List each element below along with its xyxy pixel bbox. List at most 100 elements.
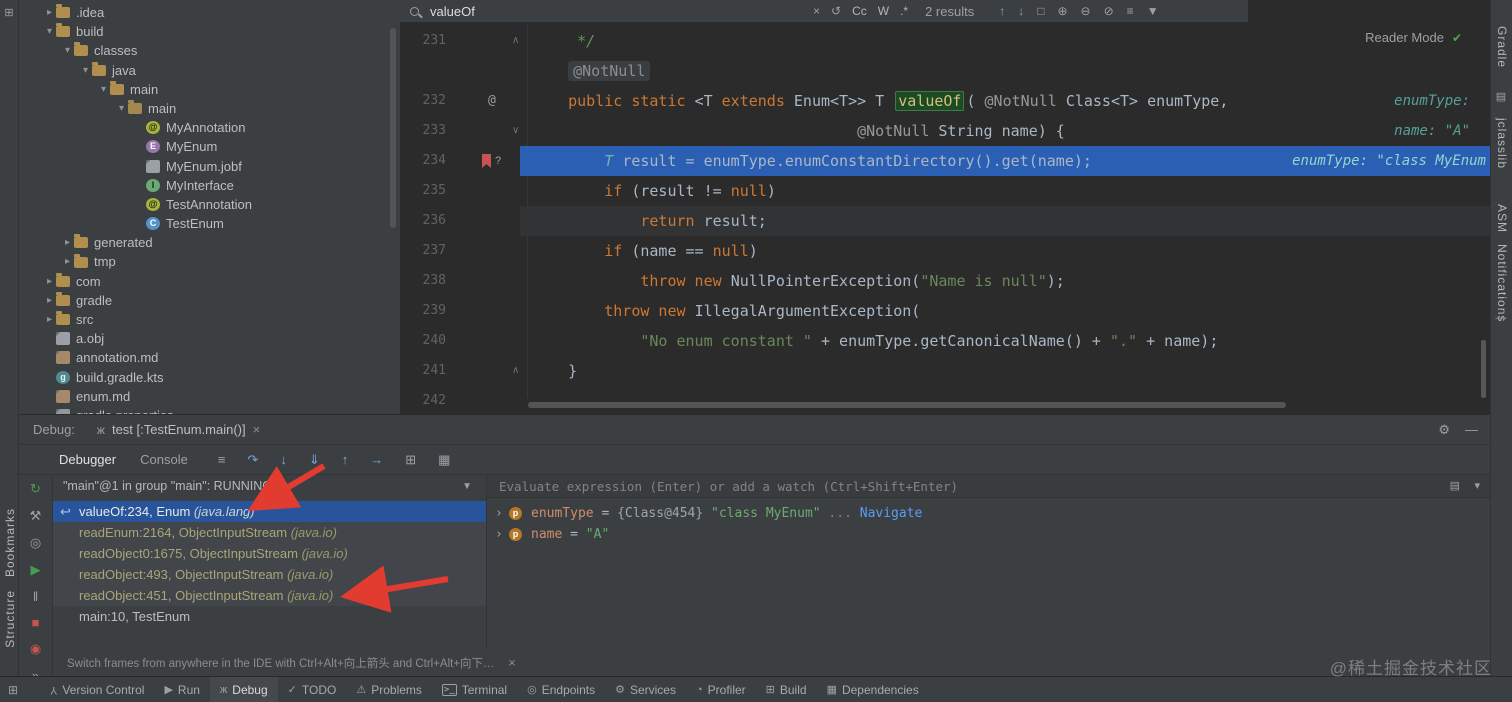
words-toggle[interactable]: W — [878, 4, 889, 18]
frame-row[interactable]: main:10, TestEnum — [53, 606, 486, 627]
search-input[interactable]: valueOf — [430, 4, 802, 19]
minimize-stripe-icon[interactable]: — — [1494, 312, 1508, 324]
tree-item-myenum-jobf[interactable]: MyEnum.jobf — [19, 157, 400, 176]
tool-stripe-notifications[interactable]: Notifications — [1495, 244, 1509, 322]
variable-row[interactable]: › p enumType = {Class@454} "class MyEnum" … — [487, 503, 1490, 524]
variable-row[interactable]: › p name = "A" — [487, 524, 1490, 545]
tree-item-annotation-md[interactable]: annotation.md — [19, 348, 400, 367]
statusbar-item-version-control[interactable]: Y Version Control — [40, 677, 154, 702]
chevron-down-icon[interactable]: ▾ — [97, 80, 110, 99]
restore-layout-icon[interactable]: ▦ — [438, 452, 450, 468]
regex-toggle[interactable]: .* — [900, 4, 908, 18]
chevron-right-icon[interactable]: ▸ — [61, 252, 74, 271]
tree-item-myinterface[interactable]: I MyInterface — [19, 176, 400, 195]
statusbar-item-services[interactable]: ⚙ Services — [605, 677, 686, 702]
close-tab-icon[interactable]: × — [253, 422, 261, 437]
tool-window-icon[interactable]: ⊞ — [2, 6, 16, 19]
breakpoints-icon[interactable]: ◉ — [30, 641, 41, 657]
view-layout-grid-icon[interactable]: ⊞ — [405, 452, 416, 468]
tool-stripe-structure[interactable]: Structure — [3, 590, 17, 648]
step-out-icon[interactable]: ↑ — [342, 452, 349, 468]
clear-search-icon[interactable]: × — [813, 4, 820, 18]
show-execution-point-icon[interactable]: ≡ — [218, 452, 226, 468]
tree-item-build-gradle-kts[interactable]: g build.gradle.kts — [19, 368, 400, 387]
frame-row[interactable]: readObject:451, ObjectInputStream (java.… — [53, 585, 486, 606]
tree-item-src[interactable]: ▸ src — [19, 310, 400, 329]
statusbar-item-debug[interactable]: ж Debug — [209, 677, 278, 702]
statusbar-item-build[interactable]: ⊞ Build — [756, 677, 817, 702]
chevron-right-icon[interactable]: ▸ — [61, 233, 74, 252]
variables-layout-icon[interactable]: ▤ — [1450, 475, 1460, 498]
annotated-gutter-icon[interactable]: @ — [488, 86, 496, 116]
expand-chevron-icon[interactable]: › — [495, 524, 503, 545]
tool-windows-toggle-icon[interactable]: ⊞ — [8, 683, 18, 697]
tree-item-main[interactable]: ▾ main — [19, 80, 400, 99]
tree-item-enum-md[interactable]: enum.md — [19, 387, 400, 406]
search-history-icon[interactable]: ↺ — [831, 4, 841, 18]
reader-mode-indicator[interactable]: Reader Mode ✔ — [1365, 30, 1462, 45]
run-to-cursor-icon[interactable]: → — [370, 452, 383, 468]
tree-item-myenum[interactable]: E MyEnum — [19, 137, 400, 156]
frame-row[interactable]: readObject0:1675, ObjectInputStream (jav… — [53, 543, 486, 564]
resume-icon[interactable]: ▶ — [31, 562, 41, 578]
fold-up-icon[interactable]: ∧ — [512, 356, 519, 386]
pause-icon[interactable]: ‖ — [33, 589, 38, 604]
tool-stripe-bookmarks[interactable]: Bookmarks — [3, 508, 17, 577]
database-icon[interactable]: ▤ — [1494, 90, 1508, 103]
statusbar-item-terminal[interactable]: >_ Terminal — [432, 677, 517, 702]
chevron-right-icon[interactable]: ▸ — [43, 291, 56, 310]
tree-item-build[interactable]: ▾ build — [19, 22, 400, 41]
add-selection-icon[interactable]: ⊕ — [1057, 4, 1067, 18]
fold-down-icon[interactable]: ∨ — [512, 116, 519, 146]
select-all-occurrences-icon[interactable]: □ — [1037, 4, 1044, 18]
statusbar-item-problems[interactable]: ⚠ Problems — [346, 677, 432, 702]
exclude-selection-icon[interactable]: ⊘ — [1104, 4, 1114, 18]
evaluate-history-chevron-icon[interactable]: ▾ — [1474, 475, 1480, 498]
tool-stripe-gradle[interactable]: Gradle — [1495, 26, 1509, 68]
build-hammer-icon[interactable]: ⚒ — [30, 508, 42, 524]
chevron-down-icon[interactable]: ▾ — [115, 99, 128, 118]
prev-occurrence-icon[interactable]: ↑ — [999, 4, 1005, 18]
thread-selector[interactable]: "main"@1 in group "main": RUNNING ▼ — [53, 475, 486, 498]
tree-item-java[interactable]: ▾ java — [19, 61, 400, 80]
navigate-link[interactable]: Navigate — [860, 506, 923, 521]
rerun-debug-icon[interactable]: ↻ — [30, 481, 41, 497]
tree-item-gradle[interactable]: ▸ gradle — [19, 291, 400, 310]
tree-item-com[interactable]: ▸ com — [19, 272, 400, 291]
tree-item-testenum[interactable]: C TestEnum — [19, 214, 400, 233]
match-case-toggle[interactable]: Cc — [852, 4, 867, 18]
tool-stripe-jclasslib[interactable]: jclasslib — [1495, 118, 1509, 169]
fold-up-icon[interactable]: ∧ — [512, 26, 519, 56]
force-step-into-icon[interactable]: ⇓ — [309, 452, 320, 468]
statusbar-item-run[interactable]: ▶ Run — [154, 677, 209, 702]
close-hint-icon[interactable]: × — [508, 655, 516, 670]
tree-item-main[interactable]: ▾ main — [19, 99, 400, 118]
step-into-icon[interactable]: ↓ — [280, 452, 287, 468]
tab-debugger[interactable]: Debugger — [59, 452, 116, 467]
debug-session-tab[interactable]: ж test [:TestEnum.main()] × — [89, 419, 268, 440]
tree-item-idea[interactable]: ▸ .idea — [19, 3, 400, 22]
chevron-down-icon[interactable]: ▾ — [79, 61, 92, 80]
view-breakpoints-icon[interactable]: ◎ — [30, 535, 41, 551]
tree-item-testannotation[interactable]: @ TestAnnotation — [19, 195, 400, 214]
tree-item-myannotation[interactable]: @ MyAnnotation — [19, 118, 400, 137]
vertical-scrollbar[interactable] — [1481, 340, 1486, 398]
tree-item-a-obj[interactable]: a.obj — [19, 329, 400, 348]
settings-gear-icon[interactable]: ⚙ — [1438, 422, 1450, 438]
frame-row[interactable]: ↩ valueOf:234, Enum (java.lang) — [53, 501, 486, 522]
chevron-right-icon[interactable]: ▸ — [43, 272, 56, 291]
expand-chevron-icon[interactable]: › — [495, 503, 503, 524]
red-bookmark-icon[interactable] — [482, 154, 491, 168]
statusbar-item-endpoints[interactable]: ◎ Endpoints — [517, 677, 605, 702]
chevron-down-icon[interactable]: ▾ — [61, 41, 74, 60]
next-occurrence-icon[interactable]: ↓ — [1018, 4, 1024, 18]
tool-stripe-asm[interactable]: ASM — [1495, 204, 1509, 233]
statusbar-item-dependencies[interactable]: ▦ Dependencies — [817, 677, 929, 702]
frame-row[interactable]: readEnum:2164, ObjectInputStream (java.i… — [53, 522, 486, 543]
tree-scrollbar[interactable] — [390, 28, 396, 228]
minimize-panel-icon[interactable]: — — [1465, 422, 1478, 437]
search-filter-funnel-icon[interactable]: ▼ — [1147, 4, 1159, 18]
tree-item-classes[interactable]: ▾ classes — [19, 41, 400, 60]
frame-row[interactable]: readObject:493, ObjectInputStream (java.… — [53, 564, 486, 585]
evaluate-expression-bar[interactable]: Evaluate expression (Enter) or add a wat… — [487, 475, 1490, 498]
